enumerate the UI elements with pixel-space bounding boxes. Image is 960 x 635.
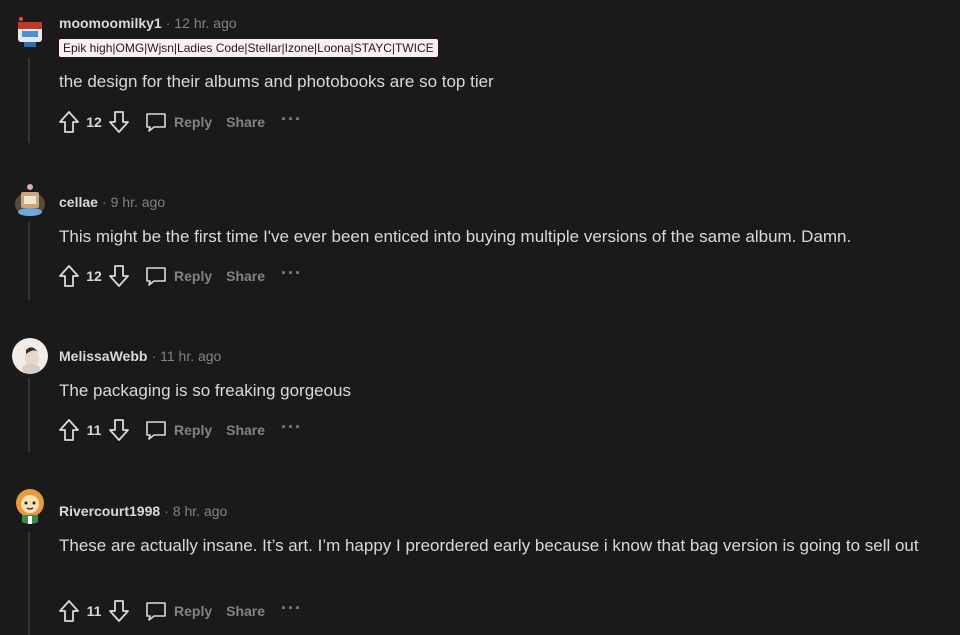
reply-label: Reply bbox=[174, 268, 213, 284]
comment-meta: moomoomilky1 · 12 hr. ago bbox=[59, 14, 237, 32]
comment-meta: Rivercourt1998 · 8 hr. ago bbox=[59, 502, 227, 520]
arrow-down-outline-icon bbox=[109, 419, 129, 441]
username[interactable]: cellae bbox=[59, 194, 98, 210]
comment-actions: 12 Reply Share ··· bbox=[56, 263, 302, 289]
speech-bubble-icon bbox=[146, 602, 166, 621]
reply-label: Reply bbox=[174, 422, 213, 438]
comment-body: These are actually insane. It’s art. I’m… bbox=[59, 536, 919, 555]
upvote-button[interactable] bbox=[56, 263, 82, 289]
comment-body: the design for their albums and photoboo… bbox=[59, 72, 494, 91]
timestamp[interactable]: 12 hr. ago bbox=[174, 15, 236, 31]
ellipsis-icon: ··· bbox=[281, 598, 303, 618]
username[interactable]: moomoomilky1 bbox=[59, 15, 162, 31]
comment-thread: moomoomilky1 · 12 hr. ago Epik high|OMG|Wj… bbox=[0, 0, 960, 635]
share-button[interactable]: Share bbox=[226, 114, 265, 130]
avatar[interactable] bbox=[12, 14, 48, 50]
separator: · bbox=[165, 15, 171, 31]
comment-meta: cellae · 9 hr. ago bbox=[59, 193, 165, 211]
share-label: Share bbox=[226, 114, 266, 130]
comment-body: The packaging is so freaking gorgeous bbox=[59, 381, 352, 400]
speech-bubble-icon bbox=[146, 267, 166, 286]
downvote-button[interactable] bbox=[106, 263, 132, 289]
timestamp[interactable]: 8 hr. ago bbox=[173, 503, 228, 519]
speech-bubble-icon bbox=[146, 113, 166, 132]
comment-body: This might be the first time I've ever b… bbox=[59, 227, 852, 246]
arrow-up-outline-icon bbox=[59, 419, 79, 441]
vote-score: 11 bbox=[86, 422, 102, 438]
avatar[interactable] bbox=[12, 182, 48, 218]
reply-label: Reply bbox=[174, 603, 213, 619]
ellipsis-icon: ··· bbox=[281, 417, 303, 437]
comment-actions: 11 Reply Share ··· bbox=[56, 598, 302, 624]
more-options-button[interactable]: ··· bbox=[281, 263, 303, 284]
share-label: Share bbox=[226, 603, 266, 619]
user-flair: Epik high|OMG|Wjsn|Ladies Code|Stellar|I… bbox=[59, 39, 438, 57]
reply-button[interactable]: Reply bbox=[144, 418, 212, 442]
comment-actions: 12 Reply Share ··· bbox=[56, 109, 302, 135]
arrow-down-outline-icon bbox=[109, 600, 129, 622]
more-options-button[interactable]: ··· bbox=[281, 417, 303, 438]
reply-button[interactable]: Reply bbox=[144, 264, 212, 288]
share-label: Share bbox=[226, 268, 266, 284]
username[interactable]: Rivercourt1998 bbox=[59, 503, 160, 519]
speech-bubble-icon bbox=[146, 421, 166, 440]
downvote-button[interactable] bbox=[106, 598, 132, 624]
upvote-button[interactable] bbox=[56, 109, 82, 135]
upvote-button[interactable] bbox=[56, 417, 82, 443]
ellipsis-icon: ··· bbox=[281, 263, 303, 283]
share-button[interactable]: Share bbox=[226, 268, 265, 284]
avatar[interactable] bbox=[12, 338, 48, 374]
share-button[interactable]: Share bbox=[226, 603, 265, 619]
share-button[interactable]: Share bbox=[226, 422, 265, 438]
separator: · bbox=[151, 348, 157, 364]
upvote-button[interactable] bbox=[56, 598, 82, 624]
arrow-down-outline-icon bbox=[109, 111, 129, 133]
thread-line[interactable] bbox=[28, 532, 30, 635]
reply-label: Reply bbox=[174, 114, 213, 130]
more-options-button[interactable]: ··· bbox=[281, 598, 303, 619]
thread-line[interactable] bbox=[28, 222, 30, 300]
more-options-button[interactable]: ··· bbox=[281, 109, 303, 130]
comment-meta: MelissaWebb · 11 hr. ago bbox=[59, 347, 221, 365]
comment-actions: 11 Reply Share ··· bbox=[56, 417, 302, 443]
arrow-up-outline-icon bbox=[59, 111, 79, 133]
ellipsis-icon: ··· bbox=[281, 109, 303, 129]
share-label: Share bbox=[226, 422, 266, 438]
thread-line[interactable] bbox=[28, 378, 30, 452]
arrow-down-outline-icon bbox=[109, 265, 129, 287]
downvote-button[interactable] bbox=[106, 109, 132, 135]
separator: · bbox=[101, 194, 107, 210]
username[interactable]: MelissaWebb bbox=[59, 348, 147, 364]
arrow-up-outline-icon bbox=[59, 265, 79, 287]
avatar[interactable] bbox=[12, 488, 48, 524]
thread-line[interactable] bbox=[28, 58, 30, 143]
timestamp[interactable]: 9 hr. ago bbox=[111, 194, 166, 210]
vote-score: 11 bbox=[86, 603, 102, 619]
vote-score: 12 bbox=[86, 268, 102, 284]
arrow-up-outline-icon bbox=[59, 600, 79, 622]
downvote-button[interactable] bbox=[106, 417, 132, 443]
reply-button[interactable]: Reply bbox=[144, 110, 212, 134]
separator: · bbox=[164, 503, 169, 519]
vote-score: 12 bbox=[86, 114, 102, 130]
timestamp[interactable]: 11 hr. ago bbox=[160, 348, 221, 364]
reply-button[interactable]: Reply bbox=[144, 599, 212, 623]
